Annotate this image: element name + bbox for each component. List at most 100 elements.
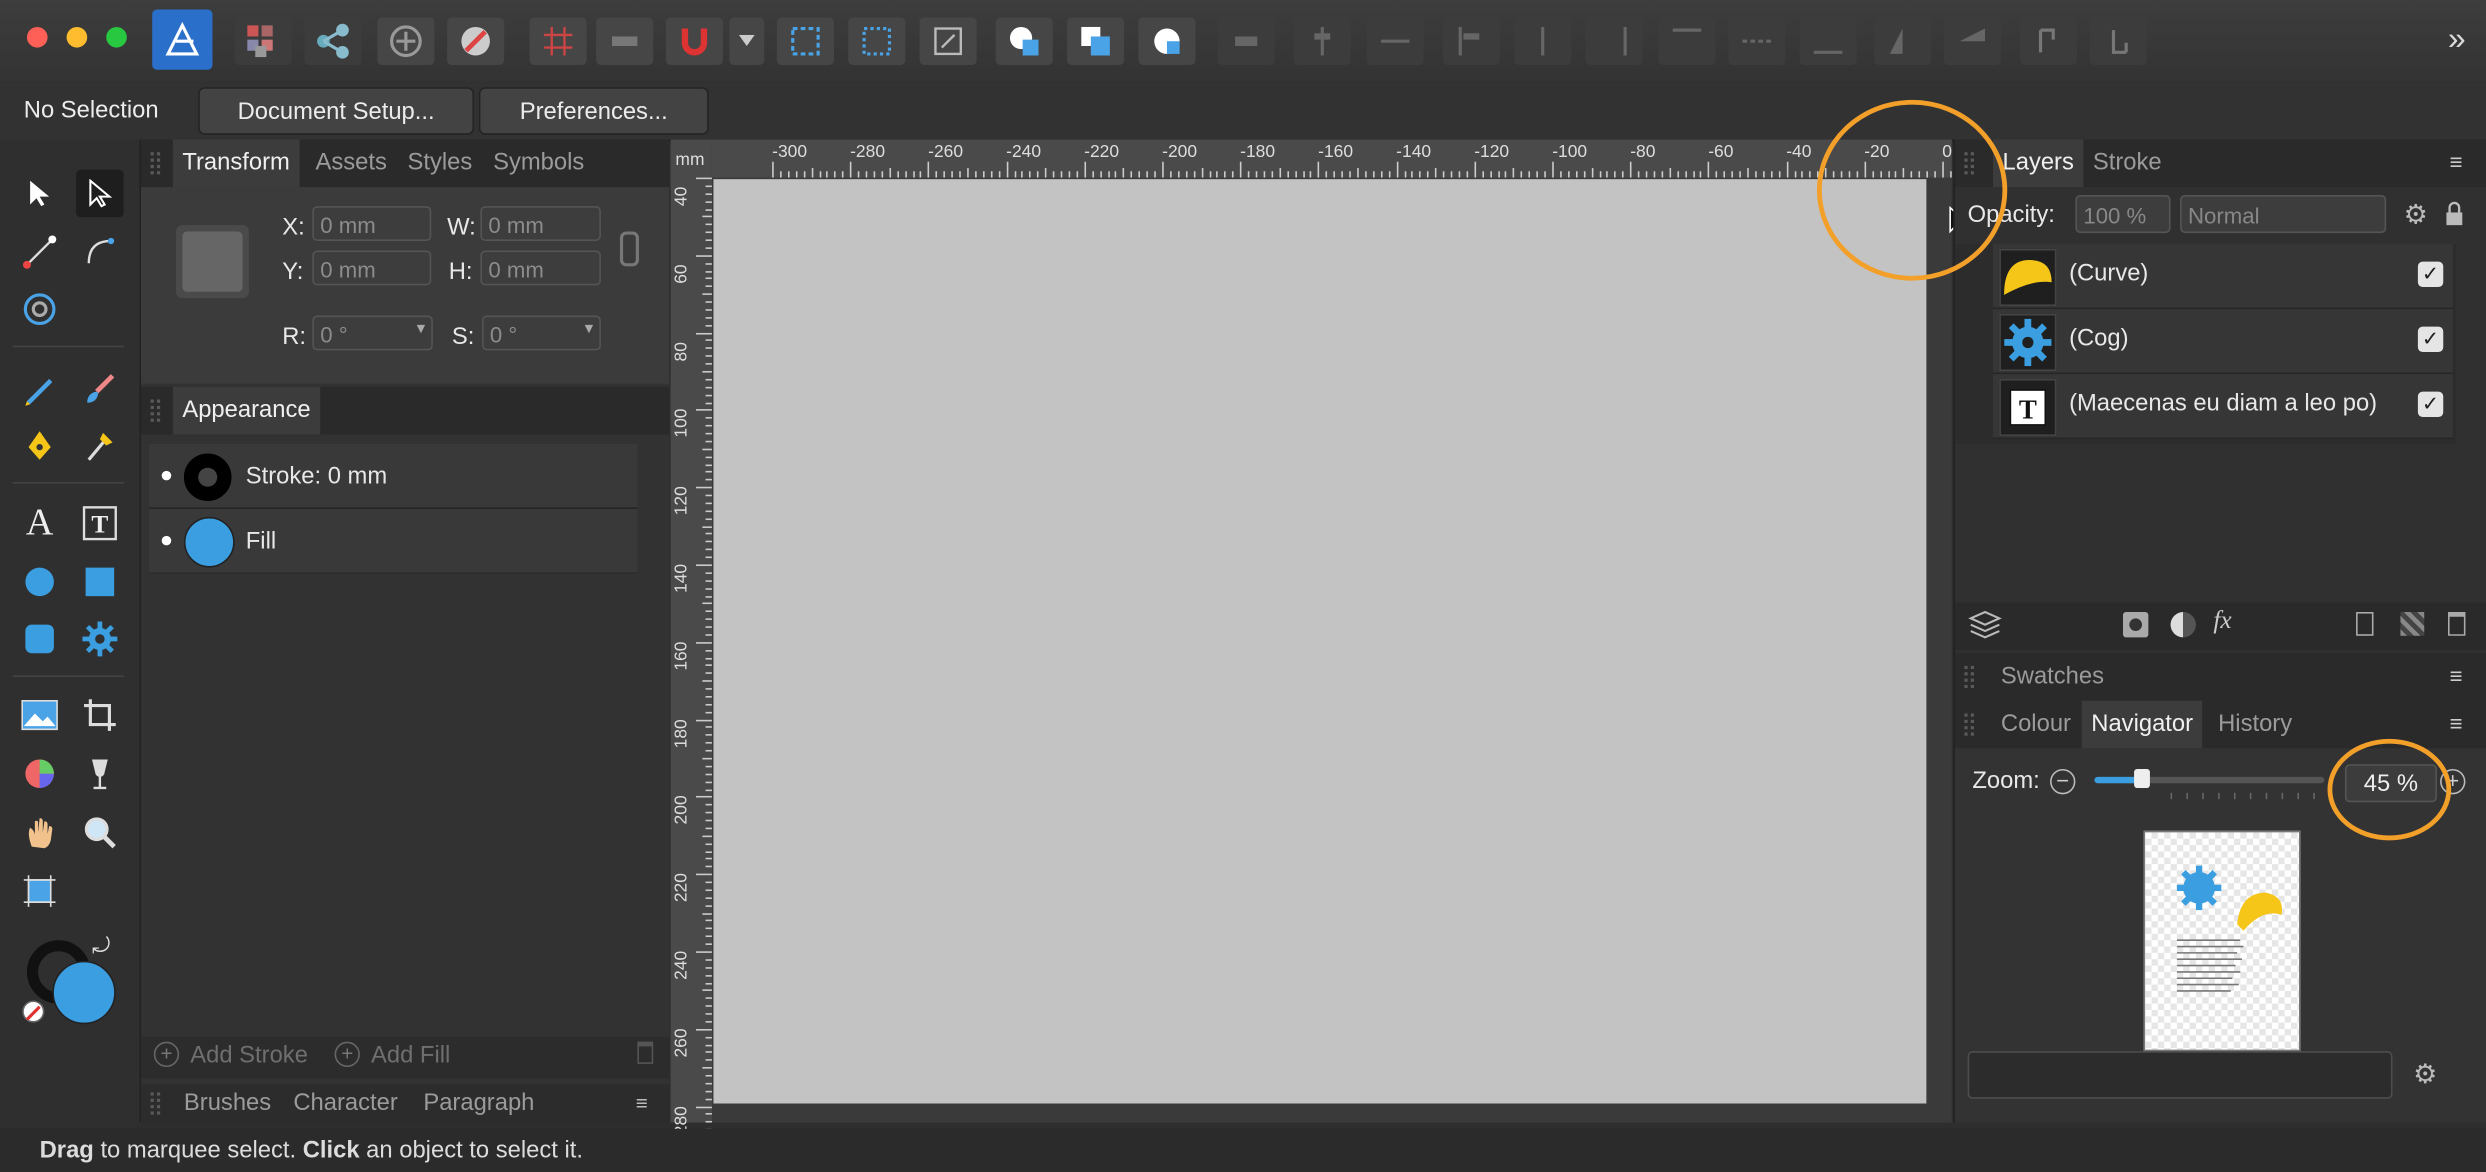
tab-stroke[interactable]: Stroke — [2093, 140, 2162, 188]
no-colour-icon[interactable] — [22, 1000, 45, 1023]
panel-menu-icon[interactable]: ≡ — [2450, 710, 2463, 735]
trash-icon[interactable] — [2448, 612, 2466, 636]
transparency-tool-icon[interactable] — [76, 750, 124, 798]
opacity-field[interactable]: 100 % — [2075, 195, 2171, 234]
preferences-button[interactable]: Preferences... — [478, 87, 709, 135]
artboard-tool-icon[interactable] — [16, 867, 64, 915]
contour-tool-icon[interactable] — [16, 285, 64, 333]
place-image-tool-icon[interactable] — [16, 691, 64, 739]
align-bottom-icon[interactable] — [1366, 17, 1424, 66]
vector-brush-tool-icon[interactable] — [76, 365, 124, 413]
align-center-icon[interactable] — [1514, 17, 1572, 66]
toolbar-overflow-button[interactable]: » — [2448, 22, 2466, 58]
align-left-icon[interactable] — [1442, 17, 1500, 66]
pen-tool-icon[interactable] — [16, 422, 64, 470]
point-transform-tool-icon[interactable] — [16, 228, 64, 276]
layer-row[interactable]: (Curve) ✓ — [1992, 244, 2453, 310]
tab-colour[interactable]: Colour — [2001, 701, 2071, 749]
panel-menu-icon[interactable]: ≡ — [2450, 149, 2463, 174]
align-middle-icon[interactable] — [1293, 17, 1351, 66]
tab-history[interactable]: History — [2218, 701, 2292, 749]
add-layer-icon[interactable] — [2356, 612, 2374, 636]
gear-icon[interactable]: ⚙ — [2404, 200, 2428, 232]
distribute-bottom-icon[interactable] — [1799, 17, 1857, 66]
subtract-icon[interactable] — [1067, 17, 1125, 66]
minimize-window-button[interactable] — [66, 26, 88, 48]
tab-brushes[interactable]: Brushes — [184, 1084, 271, 1122]
layer-visibility-checkbox[interactable]: ✓ — [2417, 326, 2444, 352]
colour-picker-tool-icon[interactable] — [16, 750, 64, 798]
zoom-slider[interactable] — [2094, 768, 2325, 800]
ellipse-tool-icon[interactable] — [16, 558, 64, 606]
fill-tool-icon[interactable] — [76, 422, 124, 470]
stroke-row[interactable]: Stroke: 0 mm — [149, 443, 638, 509]
distribute-top-icon[interactable] — [1658, 17, 1716, 66]
y-field[interactable]: 0 mm — [312, 250, 432, 286]
document-setup-button[interactable]: Document Setup... — [198, 87, 475, 135]
adjustment-icon[interactable] — [2170, 612, 2196, 638]
lock-icon[interactable] — [2445, 201, 2463, 226]
vertical-ruler[interactable]: 40 60 80 100 120 140 160 180 200 220 240 260 280 — [670, 177, 712, 1170]
snap-box-icon[interactable] — [848, 17, 906, 66]
h-field[interactable]: 0 mm — [480, 250, 601, 286]
zoom-tool-icon[interactable] — [76, 809, 124, 857]
intersect-icon[interactable] — [1138, 17, 1196, 66]
layer-visibility-checkbox[interactable]: ✓ — [2417, 391, 2444, 417]
node-tool-icon[interactable] — [76, 169, 124, 218]
persona-icon[interactable] — [152, 9, 213, 70]
align-right-icon[interactable] — [1585, 17, 1643, 66]
move-tool-icon[interactable] — [16, 170, 64, 218]
horizontal-ruler[interactable]: -300 -280 -260 -240 -220 -200 -180 -160 -140 -120… — [711, 139, 2015, 178]
transform-icon[interactable] — [919, 17, 977, 66]
panel-menu-icon[interactable]: ≡ — [2450, 663, 2463, 688]
tab-styles[interactable]: Styles — [407, 140, 472, 188]
flip-vertical-icon[interactable] — [1943, 17, 2001, 66]
rounded-rectangle-tool-icon[interactable] — [16, 615, 64, 663]
tab-transform[interactable]: Transform — [172, 139, 300, 188]
layers-stack-icon[interactable] — [1968, 610, 2003, 646]
add-stroke-button[interactable]: Add Stroke — [190, 1042, 308, 1069]
x-field[interactable]: 0 mm — [312, 206, 432, 241]
fx-icon[interactable]: fx — [2213, 607, 2231, 636]
assistant-icon[interactable] — [447, 17, 505, 66]
navigator-view-select[interactable] — [1967, 1051, 2393, 1099]
add-fill-button[interactable]: Add Fill — [371, 1042, 450, 1069]
rotate-right-icon[interactable] — [2089, 17, 2147, 66]
close-window-button[interactable] — [26, 26, 48, 48]
w-field[interactable]: 0 mm — [480, 206, 601, 241]
snapping-grid-icon[interactable] — [529, 17, 587, 66]
frame-text-tool-icon[interactable]: T — [76, 499, 124, 547]
zoom-window-button[interactable] — [106, 26, 127, 48]
fill-colour-well[interactable] — [52, 960, 116, 1025]
corner-tool-icon[interactable] — [76, 228, 124, 276]
layer-visibility-checkbox[interactable]: ✓ — [2417, 261, 2444, 287]
gear-icon[interactable]: ⚙ — [2413, 1059, 2437, 1091]
zoom-out-icon[interactable]: − — [2050, 769, 2076, 795]
blend-mode-select[interactable]: Normal — [2180, 195, 2387, 234]
crop-tool-icon[interactable] — [76, 691, 124, 739]
add-icon[interactable] — [995, 17, 1053, 66]
tab-character[interactable]: Character — [293, 1084, 397, 1122]
pencil-tool-icon[interactable] — [16, 365, 64, 413]
add-pixel-layer-icon[interactable] — [2400, 612, 2425, 636]
ruler-origin[interactable]: mm — [670, 139, 712, 178]
snap-dropdown-icon[interactable] — [729, 17, 765, 66]
snap-mode-icon[interactable] — [596, 17, 654, 66]
magnet-icon[interactable] — [665, 17, 723, 66]
layer-row[interactable]: (Cog) ✓ — [1992, 309, 2453, 375]
distribute-middle-icon[interactable] — [1728, 17, 1786, 66]
anchor-selector[interactable] — [175, 225, 249, 299]
tab-navigator[interactable]: Navigator — [2081, 700, 2203, 749]
rectangle-tool-icon[interactable] — [76, 558, 124, 606]
flip-horizontal-icon[interactable] — [1874, 17, 1932, 66]
align-top-icon[interactable] — [1217, 17, 1275, 66]
selection-box-icon[interactable] — [776, 17, 834, 66]
layer-row[interactable]: T (Maecenas eu diam a leo po) ✓ — [1992, 374, 2453, 440]
canvas-area[interactable]: mm -300 -280 -260 -240 -220 -200 -180 -160 -140-… — [670, 139, 2015, 1170]
document-page[interactable] — [713, 179, 1927, 1104]
tab-symbols[interactable]: Symbols — [493, 140, 584, 188]
insert-icon[interactable] — [377, 17, 435, 66]
trash-icon[interactable] — [637, 1041, 654, 1064]
link-icon[interactable] — [619, 231, 639, 267]
panel-menu-icon[interactable]: ≡ — [636, 1091, 648, 1115]
